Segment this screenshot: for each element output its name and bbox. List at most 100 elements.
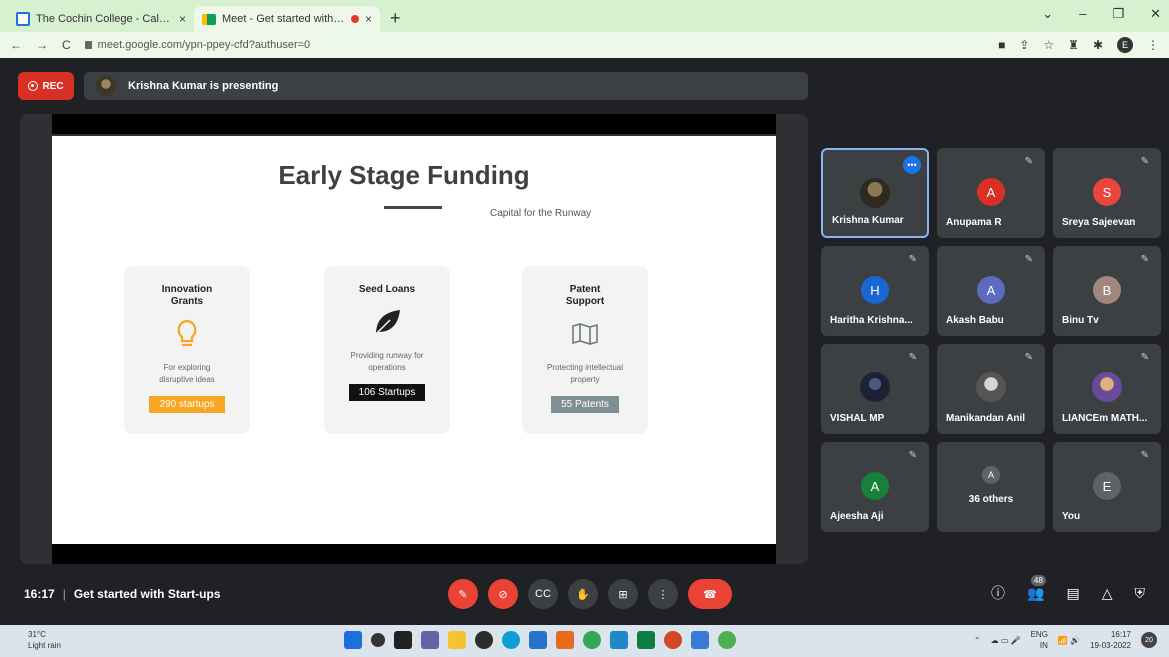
side-controls: ⓘ 48 👥 ▤ △ ⛨ <box>991 574 1146 603</box>
minimize-icon[interactable]: – <box>1079 6 1086 22</box>
tab-meet[interactable]: Meet - Get started with Star × <box>194 6 380 32</box>
system-tray: ⌃ ☁ ▭ 🎤 ENG IN 📶 🔊 16:17 19-03-2022 20 <box>974 629 1157 651</box>
participant-tile-haritha[interactable]: ✎ H Haritha Krishna... <box>821 246 929 336</box>
file-explorer-icon[interactable] <box>448 631 466 649</box>
avatar <box>860 372 890 402</box>
language-indicator[interactable]: ENG IN <box>1031 629 1048 651</box>
edge-icon[interactable] <box>502 631 520 649</box>
share-icon[interactable]: ⇪ <box>1019 38 1029 52</box>
new-tab-button[interactable]: + <box>380 8 411 32</box>
end-call-button[interactable]: ☎ <box>688 579 732 609</box>
notification-badge[interactable]: 20 <box>1141 632 1157 648</box>
card-title: Seed Loans <box>358 284 416 295</box>
participant-tile-liancem[interactable]: ✎ LIANCEm MATH... <box>1053 344 1161 434</box>
participant-tile-vishal[interactable]: ✎ VISHAL MP <box>821 344 929 434</box>
close-window-icon[interactable]: ✕ <box>1150 6 1161 22</box>
people-button[interactable]: 48 👥 <box>1027 574 1046 602</box>
back-icon[interactable]: ← <box>10 38 22 52</box>
search-icon[interactable] <box>371 633 385 647</box>
chat-app-icon[interactable] <box>421 631 439 649</box>
app-icon[interactable] <box>475 631 493 649</box>
participant-tile-anupama[interactable]: ✎ A Anupama R <box>937 148 1045 238</box>
raise-hand-button[interactable]: ✋ <box>568 579 598 609</box>
clock-time: 16:17 <box>1110 630 1131 639</box>
close-tab-icon[interactable]: × <box>365 12 372 26</box>
tab-search-icon[interactable]: ⌄ <box>1042 6 1053 22</box>
task-view-icon[interactable] <box>394 631 412 649</box>
system-clock[interactable]: 16:17 19-03-2022 <box>1090 629 1131 651</box>
close-tab-icon[interactable]: × <box>179 12 186 26</box>
profile-avatar[interactable]: E <box>1117 37 1133 53</box>
chrome-icon[interactable] <box>583 631 601 649</box>
vlc-icon[interactable] <box>556 631 574 649</box>
app-icon[interactable] <box>610 631 628 649</box>
extensions-puzzle-icon[interactable]: ✱ <box>1093 38 1103 52</box>
weather-widget[interactable]: 31°C Light rain <box>28 629 61 651</box>
participant-name: Ajeesha Aji <box>830 511 884 522</box>
mic-off-icon: ✎ <box>908 352 917 363</box>
menu-icon[interactable]: ⋮ <box>1147 38 1159 52</box>
mic-off-icon: ✎ <box>908 450 917 461</box>
recording-dot-icon <box>350 15 359 23</box>
tray-chevron-icon[interactable]: ⌃ <box>974 636 981 645</box>
url-field[interactable]: meet.google.com/ypn-ppey-cfd?authuser=0 <box>84 39 984 51</box>
slide-subtitle: Capital for the Runway <box>490 208 592 219</box>
meeting-time: 16:17 <box>24 587 55 601</box>
avatar <box>1092 372 1122 402</box>
participant-tile-akash[interactable]: ✎ A Akash Babu <box>937 246 1045 336</box>
browser-tab-bar: The Cochin College - Calendar - × Meet -… <box>0 0 1169 32</box>
info-icon[interactable]: ⓘ <box>991 583 1005 603</box>
chat-icon[interactable]: ▤ <box>1066 585 1079 602</box>
card-stat: 290 startups <box>149 396 225 413</box>
app-icon[interactable] <box>691 631 709 649</box>
participant-name: You <box>1062 511 1081 522</box>
presenting-text: Krishna Kumar is presenting <box>128 80 279 92</box>
participant-name: LIANCEm MATH... <box>1062 413 1148 424</box>
participant-tile-you[interactable]: ✎ E You <box>1053 442 1161 532</box>
camera-toggle-button[interactable]: ⊘ <box>488 579 518 609</box>
more-options-button[interactable]: ⋮ <box>648 579 678 609</box>
avatar: B <box>1093 276 1121 304</box>
mic-off-icon: ✎ <box>1024 352 1033 363</box>
card-title: Patent Support <box>565 284 605 307</box>
participant-tile-ajeesha[interactable]: ✎ A Ajeesha Aji <box>821 442 929 532</box>
bookmark-star-icon[interactable]: ☆ <box>1043 38 1054 52</box>
present-button[interactable]: ⊞ <box>608 579 638 609</box>
lock-icon <box>84 41 92 49</box>
meet-area: REC Krishna Kumar is presenting Early St… <box>0 58 1169 625</box>
start-icon[interactable] <box>344 631 362 649</box>
participant-tile-others[interactable]: A 36 others <box>937 442 1045 532</box>
tray-icons[interactable]: ☁ ▭ 🎤 <box>991 636 1021 645</box>
participant-tile-sreya[interactable]: ✎ S Sreya Sajeevan <box>1053 148 1161 238</box>
more-options-icon[interactable]: ••• <box>903 156 921 174</box>
tab-title: Meet - Get started with Star <box>222 13 345 25</box>
reload-icon[interactable]: C <box>62 38 71 52</box>
store-icon[interactable] <box>529 631 547 649</box>
tab-calendar[interactable]: The Cochin College - Calendar - × <box>8 6 194 32</box>
powerpoint-icon[interactable] <box>664 631 682 649</box>
participant-tile-krishna[interactable]: ••• Krishna Kumar <box>821 148 929 238</box>
recording-badge[interactable]: REC <box>18 72 74 100</box>
participant-name: Sreya Sajeevan <box>1062 217 1136 228</box>
captions-button[interactable]: CC <box>528 579 558 609</box>
meet-icon <box>202 13 216 25</box>
url-text: meet.google.com/ypn-ppey-cfd?authuser=0 <box>97 39 311 51</box>
camera-icon[interactable]: ■ <box>998 38 1005 52</box>
restore-icon[interactable]: ❐ <box>1112 6 1124 22</box>
mic-off-icon: ✎ <box>1140 254 1149 265</box>
participant-name: Haritha Krishna... <box>830 315 913 326</box>
extension-icon[interactable]: ♜ <box>1068 38 1079 52</box>
activities-icon[interactable]: △ <box>1102 585 1113 602</box>
chrome-profile-icon[interactable] <box>718 631 736 649</box>
mic-toggle-button[interactable]: ✎ <box>448 579 478 609</box>
avatar: A <box>977 276 1005 304</box>
host-controls-icon[interactable]: ⛨ <box>1135 585 1146 602</box>
participant-tile-manikandan[interactable]: ✎ Manikandan Anil <box>937 344 1045 434</box>
map-icon <box>522 314 648 354</box>
excel-icon[interactable] <box>637 631 655 649</box>
forward-icon[interactable]: → <box>36 38 48 52</box>
language: ENG <box>1030 630 1048 639</box>
participant-tile-binu[interactable]: ✎ B Binu Tv <box>1053 246 1161 336</box>
network-volume-icons[interactable]: 📶 🔊 <box>1058 636 1080 645</box>
meeting-title: Get started with Start-ups <box>73 587 221 601</box>
